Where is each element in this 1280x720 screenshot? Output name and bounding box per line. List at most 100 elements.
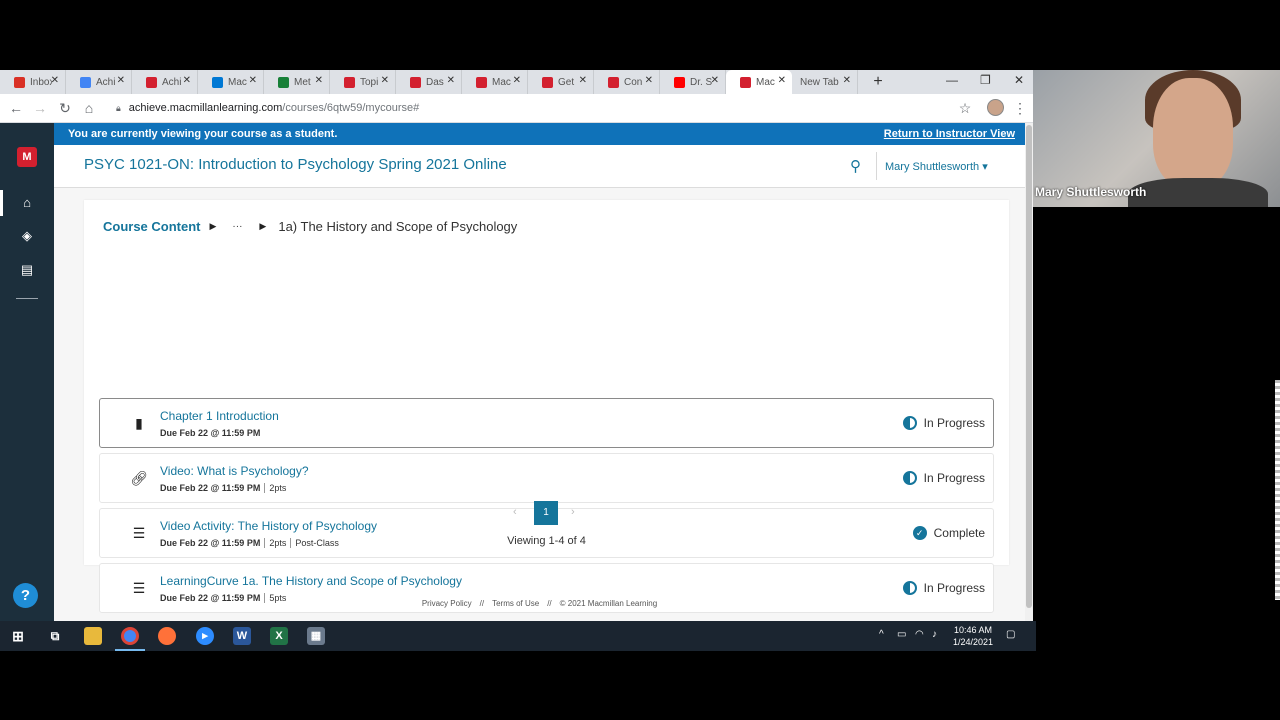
tab-close-icon[interactable]: ✕ [51, 75, 59, 86]
wifi-icon[interactable]: ◠ [915, 629, 924, 640]
browser-tab[interactable]: Met ✕ [264, 70, 330, 94]
item-due: Due Feb 22 @ 11:59 PM [160, 428, 261, 438]
volume-icon[interactable]: ♪ [932, 629, 937, 640]
student-view-banner: You are currently viewing your course as… [54, 123, 1025, 145]
browser-tab[interactable]: New Tab ✕ [792, 70, 858, 94]
clock-time: 10:46 AM [953, 625, 993, 635]
home-icon[interactable]: ⌂ [81, 100, 97, 116]
pagination: ‹ 1 › [84, 501, 1009, 525]
macmillan-icon [410, 76, 421, 88]
battery-icon[interactable]: ▭ [897, 629, 906, 640]
tab-close-icon[interactable]: ✕ [117, 75, 125, 86]
return-instructor-link[interactable]: Return to Instructor View [884, 128, 1015, 140]
task-view-icon[interactable]: ⧉ [46, 627, 64, 645]
macmillan-icon [344, 76, 355, 88]
file-explorer-icon[interactable] [84, 627, 102, 645]
windows-start-icon[interactable]: ⊞ [9, 627, 27, 645]
browser-tab[interactable]: Mac ✕ [462, 70, 528, 94]
item-title[interactable]: LearningCurve 1a. The History and Scope … [160, 574, 462, 588]
notifications-icon[interactable]: ▢ [1006, 629, 1015, 640]
window-close-icon[interactable]: ✕ [1014, 73, 1024, 87]
caret-right-icon: ▶ [259, 221, 267, 231]
pagination-page[interactable]: 1 [534, 501, 558, 525]
restore-icon[interactable]: ❐ [980, 73, 991, 87]
list-item[interactable]: 🔗︎ Video: What is Psychology? Due Feb 22… [99, 453, 994, 503]
home-icon[interactable]: ⌂ [17, 193, 37, 213]
user-menu[interactable]: Mary Shuttlesworth ▾ [885, 160, 988, 173]
tab-close-icon[interactable]: ✕ [315, 75, 323, 86]
forward-icon[interactable]: → [32, 100, 48, 116]
privacy-link[interactable]: Privacy Policy [422, 599, 472, 608]
browser-tab[interactable]: Con ✕ [594, 70, 660, 94]
status-badge: In Progress [902, 416, 985, 430]
tray-chevron-icon[interactable]: ^ [879, 629, 884, 640]
header-divider [876, 152, 877, 180]
search-icon[interactable]: ⚲ [850, 157, 861, 175]
assignment-icon: ☰ [132, 580, 146, 596]
gradebook-icon[interactable]: ▤ [17, 260, 37, 280]
screen-edge-artifact [1275, 380, 1280, 600]
browser-tab[interactable]: Achi ✕ [132, 70, 198, 94]
tab-close-icon[interactable]: ✕ [381, 75, 389, 86]
item-due: Due Feb 22 @ 11:59 PM [160, 483, 261, 493]
address-bar[interactable]: 🔒︎ achieve.macmillanlearning.com/courses… [104, 97, 980, 119]
calculator-icon[interactable]: ▦ [307, 627, 325, 645]
browser-tab[interactable]: Dr. S ✕ [660, 70, 726, 94]
scrollbar-thumb[interactable] [1026, 125, 1032, 608]
word-icon[interactable]: W [233, 627, 251, 645]
nav-active-indicator [0, 190, 3, 216]
page: M ⌂ ◈ ▤ ? You are currently viewing your… [0, 123, 1033, 621]
breadcrumb-root[interactable]: Course Content [103, 219, 201, 234]
course-title[interactable]: PSYC 1021-ON: Introduction to Psychology… [84, 156, 507, 173]
browser-tab[interactable]: Inbox ✕ [0, 70, 66, 94]
url-path: /courses/6qtw59/mycourse# [282, 102, 420, 114]
help-button[interactable]: ? [13, 583, 38, 608]
tab-close-icon[interactable]: ✕ [778, 75, 786, 86]
list-item[interactable]: ▮ Chapter 1 Introduction Due Feb 22 @ 11… [99, 398, 994, 448]
browser-tab[interactable]: Get ✕ [528, 70, 594, 94]
tab-close-icon[interactable]: ✕ [711, 75, 719, 86]
breadcrumb-ellipsis[interactable]: ··· [232, 221, 242, 232]
tab-close-icon[interactable]: ✕ [447, 75, 455, 86]
status-badge: In Progress [902, 581, 985, 595]
macmillan-logo[interactable]: M [17, 147, 37, 167]
browser-tab-active[interactable]: Mac ✕ [726, 70, 792, 94]
back-icon[interactable]: ← [8, 100, 24, 116]
breadcrumb-current: 1a) The History and Scope of Psychology [278, 219, 518, 234]
webcam-name-label: Mary Shuttlesworth [1035, 185, 1147, 199]
browser-tab[interactable]: Mac ✕ [198, 70, 264, 94]
tab-close-icon[interactable]: ✕ [513, 75, 521, 86]
tab-close-icon[interactable]: ✕ [645, 75, 653, 86]
item-title[interactable]: Video: What is Psychology? [160, 464, 309, 478]
profile-avatar[interactable] [987, 99, 1004, 116]
breadcrumb: Course Content ▶ ··· ▶ 1a) The History a… [103, 219, 517, 234]
firefox-icon[interactable] [158, 627, 176, 645]
browser-menu-icon[interactable]: ⋮ [1012, 100, 1028, 117]
page-scrollbar[interactable] [1025, 123, 1033, 621]
browser-tab[interactable]: Das ✕ [396, 70, 462, 94]
browser-tab[interactable]: Achi ✕ [66, 70, 132, 94]
layers-icon[interactable]: ◈ [17, 226, 37, 246]
tab-close-icon[interactable]: ✕ [183, 75, 191, 86]
macmillan-icon [608, 76, 619, 88]
reload-icon[interactable]: ↻ [57, 100, 73, 117]
caret-right-icon: ▶ [209, 221, 217, 231]
excel-icon[interactable]: X [270, 627, 288, 645]
system-clock[interactable]: 10:46 AM 1/24/2021 [948, 624, 998, 648]
tab-close-icon[interactable]: ✕ [843, 75, 851, 86]
terms-link[interactable]: Terms of Use [492, 599, 539, 608]
item-title[interactable]: Chapter 1 Introduction [160, 409, 279, 423]
docs-icon [80, 76, 91, 88]
pagination-prev[interactable]: ‹ [513, 506, 517, 518]
chrome-icon[interactable] [121, 627, 139, 645]
new-tab-button[interactable]: + [870, 73, 886, 91]
pagination-next[interactable]: › [571, 506, 575, 518]
minimize-icon[interactable]: — [946, 73, 958, 87]
zoom-icon[interactable]: ▸ [196, 627, 214, 645]
browser-tab[interactable]: Topi ✕ [330, 70, 396, 94]
bookmark-star-icon[interactable]: ☆ [957, 100, 973, 117]
tab-close-icon[interactable]: ✕ [579, 75, 587, 86]
macmillan-icon [146, 76, 157, 88]
browser-window: Inbox ✕ Achi ✕ Achi ✕ Mac ✕ Met ✕ Topi ✕ Das ✕ … [0, 70, 1033, 621]
tab-close-icon[interactable]: ✕ [249, 75, 257, 86]
